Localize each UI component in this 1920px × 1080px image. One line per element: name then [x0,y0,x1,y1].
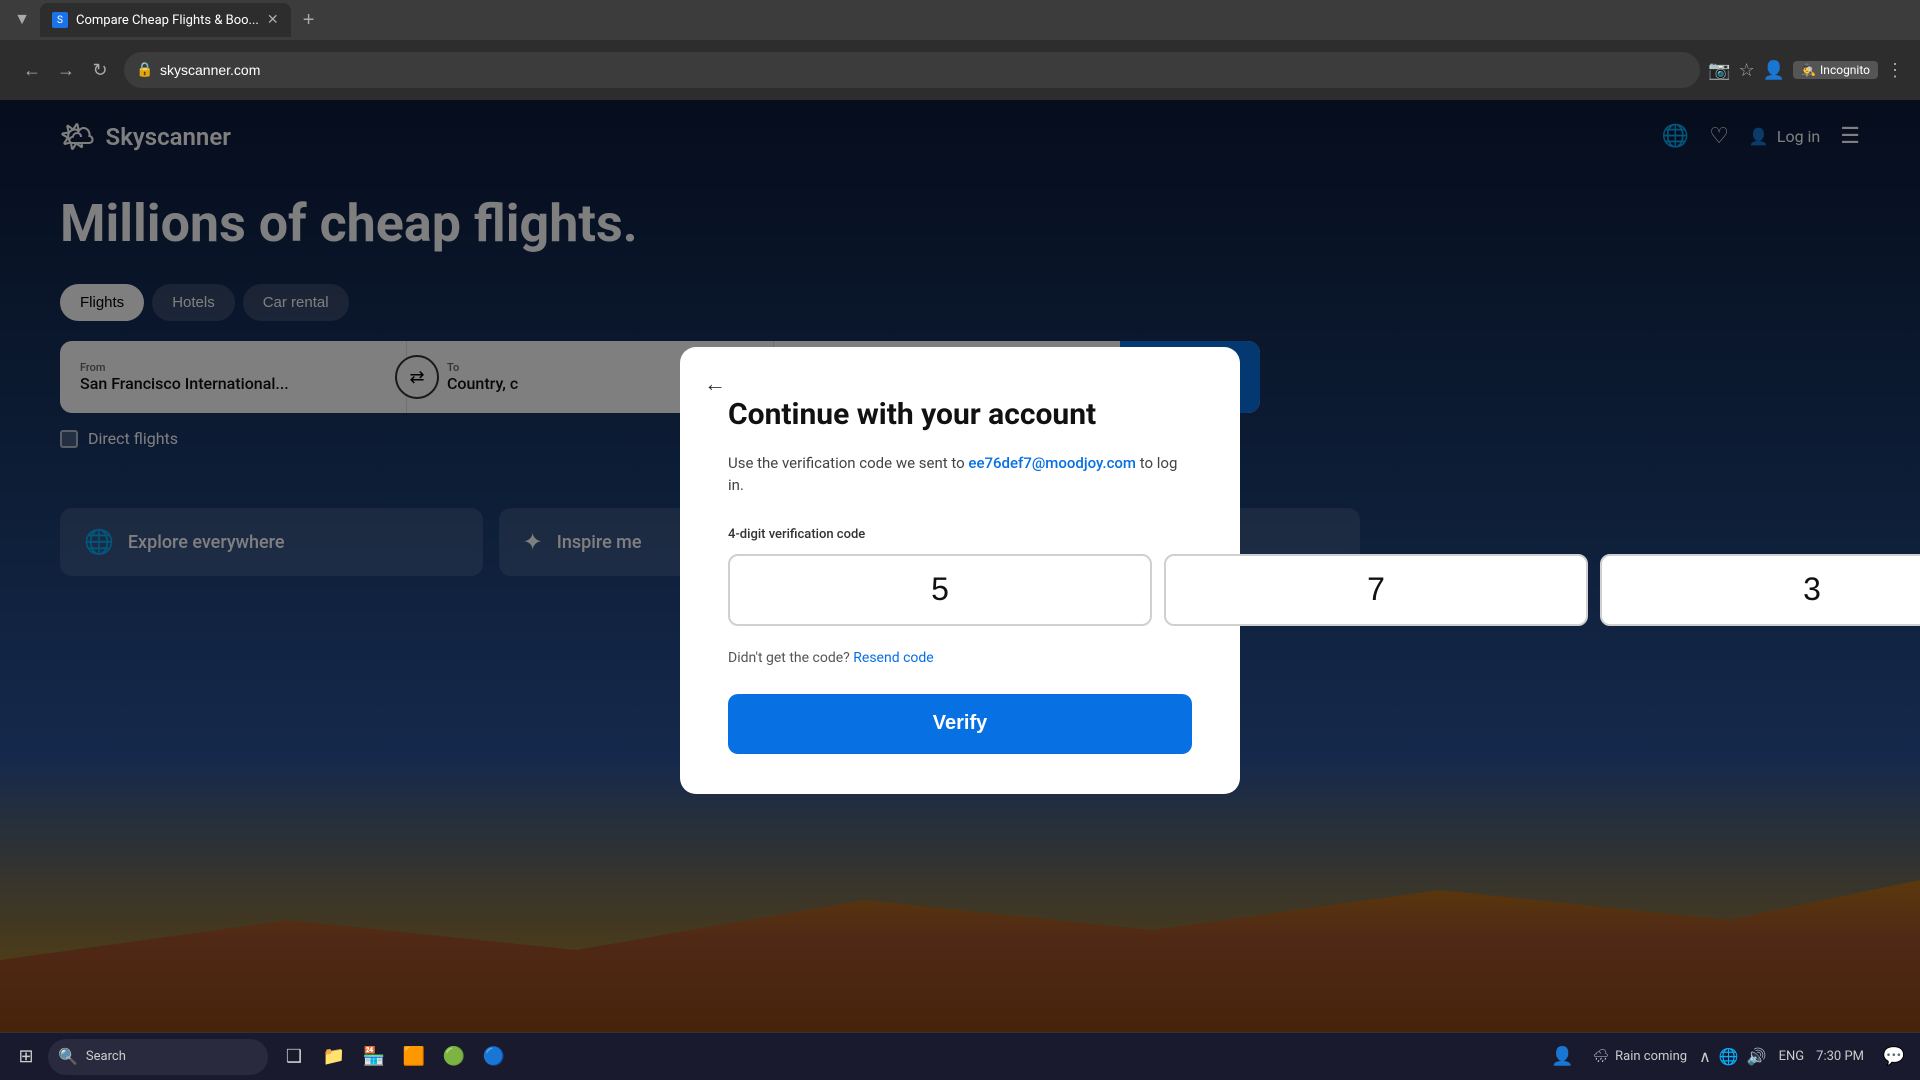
new-tab-button[interactable]: + [295,6,323,34]
tab-close-button[interactable]: ✕ [267,12,279,28]
more-button[interactable]: ⋮ [1886,60,1904,81]
code-inputs [728,554,1192,626]
modal-title: Continue with your account [728,397,1192,432]
nav-controls: ← → ↻ [16,54,116,86]
taskbar-search-text: Search [86,1049,126,1064]
modal-email: ee76def7@moodjoy.com [968,454,1136,472]
back-button[interactable]: ← [16,54,48,86]
taskbar-search-icon: 🔍 [58,1047,78,1066]
windows-start-button[interactable]: ⊞ [8,1039,44,1075]
network-icon[interactable]: 🌐 [1719,1047,1739,1066]
verification-modal: ← Continue with your account Use the ver… [680,347,1240,794]
browser-chrome: ▼ S Compare Cheap Flights & Boo... ✕ + ←… [0,0,1920,100]
taskbar-app-2[interactable]: 🟢 [436,1039,472,1075]
incognito-badge: 🕵 Incognito [1793,61,1878,79]
language-indicator[interactable]: ENG [1779,1049,1805,1064]
taskbar: ⊞ 🔍 Search ❑ 📁 🏪 🟧 🟢 🔵 👤 🌧 Rain coming ∧… [0,1032,1920,1080]
people-icon[interactable]: 👤 [1545,1039,1581,1075]
taskbar-store[interactable]: 🏪 [356,1039,392,1075]
code-label: 4-digit verification code [728,527,1192,542]
incognito-icon: 🕵 [1801,63,1816,77]
browser-tab[interactable]: S Compare Cheap Flights & Boo... ✕ [40,3,291,37]
code-digit-1[interactable] [728,554,1152,626]
task-view-button[interactable]: ❑ [276,1039,312,1075]
tab-list-button[interactable]: ▼ [8,6,36,34]
system-tray: ∧ 🌐 🔊 [1699,1047,1767,1066]
browser-address-bar: ← → ↻ 🔒 📷 ☆ 👤 🕵 Incognito ⋮ [0,40,1920,100]
address-input[interactable] [124,52,1700,88]
code-digit-2[interactable] [1164,554,1588,626]
tab-favicon: S [52,12,68,28]
browser-actions: 📷 ☆ 👤 🕵 Incognito ⋮ [1708,60,1904,81]
browser-tab-bar: ▼ S Compare Cheap Flights & Boo... ✕ + [0,0,1920,40]
taskbar-right: 👤 🌧 Rain coming ∧ 🌐 🔊 ENG 7:30 PM 💬 [1545,1039,1912,1075]
notifications-button[interactable]: 💬 [1876,1039,1912,1075]
website-background: 🌤 Skyscanner 🌐 ♡ 👤 Log in ☰ Millions of … [0,100,1920,1040]
code-digit-3[interactable] [1600,554,1920,626]
verify-button[interactable]: Verify [728,694,1192,754]
modal-description: Use the verification code we sent to ee7… [728,452,1192,497]
modal-overlay: ← Continue with your account Use the ver… [0,100,1920,1040]
profile-icon[interactable]: 👤 [1763,60,1785,81]
modal-back-button[interactable]: ← [704,371,726,397]
taskbar-search[interactable]: 🔍 Search [48,1039,268,1075]
tab-title: Compare Cheap Flights & Boo... [76,13,259,28]
address-bar-wrap: 🔒 [124,52,1700,88]
speaker-icon[interactable]: 🔊 [1747,1047,1767,1066]
forward-button[interactable]: → [50,54,82,86]
chevron-up-icon[interactable]: ∧ [1699,1047,1711,1066]
taskbar-icons: ❑ 📁 🏪 🟧 🟢 🔵 [276,1039,512,1075]
camera-off-icon[interactable]: 📷 [1708,60,1730,81]
bookmark-icon[interactable]: ☆ [1739,60,1755,81]
taskbar-time[interactable]: 7:30 PM [1816,1049,1864,1064]
taskbar-chrome[interactable]: 🔵 [476,1039,512,1075]
taskbar-app-1[interactable]: 🟧 [396,1039,432,1075]
resend-code-link[interactable]: Resend code [853,650,933,666]
taskbar-file-explorer[interactable]: 📁 [316,1039,352,1075]
weather-label: Rain coming [1615,1049,1687,1064]
weather-widget[interactable]: 🌧 Rain coming [1593,1049,1687,1064]
reload-button[interactable]: ↻ [84,54,116,86]
lock-icon: 🔒 [136,62,153,78]
resend-row: Didn't get the code? Resend code [728,650,1192,666]
weather-icon: 🌧 [1593,1049,1610,1064]
